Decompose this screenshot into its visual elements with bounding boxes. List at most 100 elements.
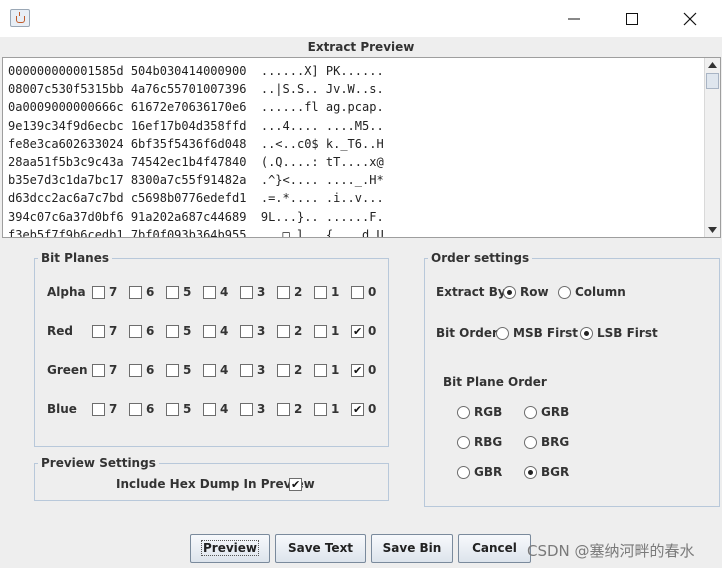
order-brg-radio[interactable]: [524, 436, 537, 449]
extract-by-column-radio[interactable]: [558, 286, 571, 299]
bit-label: 7: [109, 285, 118, 299]
hex-dump-text: 000000000001585d 504b030414000900 ......…: [8, 62, 384, 237]
checkmark-icon: ✔: [353, 403, 363, 416]
extract-by-row-label: Row: [520, 285, 549, 299]
bit-label: 3: [257, 402, 266, 416]
bit-planes-legend: Bit Planes: [41, 251, 110, 265]
checkbox-red-bit-3[interactable]: [240, 325, 253, 338]
order-settings-legend: Order settings: [431, 251, 530, 265]
checkbox-red-bit-6[interactable]: [129, 325, 142, 338]
maximize-icon: [626, 13, 638, 25]
hex-line: 000000000001585d 504b030414000900 ......…: [8, 64, 384, 78]
checkbox-green-bit-6[interactable]: [129, 364, 142, 377]
java-cup-icon[interactable]: [10, 9, 30, 27]
bit-label: 6: [146, 324, 155, 338]
checkbox-alpha-bit-2[interactable]: [277, 286, 290, 299]
extract-by-label: Extract By: [436, 285, 506, 299]
checkbox-blue-bit-1[interactable]: [314, 403, 327, 416]
bit-label: 5: [183, 285, 192, 299]
checkbox-green-bit-0[interactable]: ✔: [351, 364, 364, 377]
vertical-scrollbar[interactable]: [704, 58, 720, 237]
bit-label: 0: [368, 285, 377, 299]
checkbox-blue-bit-7[interactable]: [92, 403, 105, 416]
bit-label: 7: [109, 324, 118, 338]
save-text-button-label: Save Text: [287, 541, 354, 555]
radio-selected-dot: [528, 470, 533, 475]
bit-order-label: Bit Order: [436, 326, 498, 340]
checkbox-green-bit-5[interactable]: [166, 364, 179, 377]
bit-label: 1: [331, 363, 340, 377]
checkbox-green-bit-1[interactable]: [314, 364, 327, 377]
bit-label: 4: [220, 363, 229, 377]
scrollbar-thumb[interactable]: [706, 73, 719, 89]
order-bgr-label: BGR: [541, 465, 570, 479]
checkbox-alpha-bit-1[interactable]: [314, 286, 327, 299]
bit-label: 6: [146, 285, 155, 299]
order-rgb-radio[interactable]: [457, 406, 470, 419]
bit-label: 7: [109, 363, 118, 377]
checkbox-green-bit-3[interactable]: [240, 364, 253, 377]
bit-label: 3: [257, 324, 266, 338]
preview-settings-legend: Preview Settings: [41, 456, 156, 470]
radio-selected-dot: [584, 331, 589, 336]
order-grb-radio[interactable]: [524, 406, 537, 419]
preview-button[interactable]: Preview: [190, 534, 270, 563]
scroll-down-button[interactable]: [705, 223, 720, 237]
bit-label: 0: [368, 363, 377, 377]
checkbox-red-bit-4[interactable]: [203, 325, 216, 338]
checkbox-red-bit-1[interactable]: [314, 325, 327, 338]
checkbox-green-bit-4[interactable]: [203, 364, 216, 377]
checkbox-green-bit-7[interactable]: [92, 364, 105, 377]
checkbox-alpha-bit-0[interactable]: [351, 286, 364, 299]
checkbox-blue-bit-2[interactable]: [277, 403, 290, 416]
checkbox-blue-bit-4[interactable]: [203, 403, 216, 416]
order-rbg-radio[interactable]: [457, 436, 470, 449]
checkbox-blue-bit-3[interactable]: [240, 403, 253, 416]
bit-plane-row-label-blue: Blue: [47, 402, 77, 416]
bit-label: 2: [294, 402, 303, 416]
maximize-button[interactable]: [603, 0, 661, 37]
scroll-up-button[interactable]: [705, 58, 720, 72]
hex-preview-textarea[interactable]: 000000000001585d 504b030414000900 ......…: [2, 57, 721, 238]
bit-label: 5: [183, 363, 192, 377]
checkbox-alpha-bit-6[interactable]: [129, 286, 142, 299]
bit-label: 6: [146, 402, 155, 416]
checkbox-red-bit-5[interactable]: [166, 325, 179, 338]
checkbox-alpha-bit-3[interactable]: [240, 286, 253, 299]
bit-planes-group: Bit Planes: [34, 251, 389, 447]
msb-first-label: MSB First: [513, 326, 579, 340]
order-rbg-label: RBG: [474, 435, 503, 449]
checkbox-blue-bit-5[interactable]: [166, 403, 179, 416]
minimize-button[interactable]: [545, 0, 603, 37]
lsb-first-radio[interactable]: [580, 327, 593, 340]
checkbox-red-bit-2[interactable]: [277, 325, 290, 338]
save-bin-button[interactable]: Save Bin: [371, 534, 453, 563]
checkbox-green-bit-2[interactable]: [277, 364, 290, 377]
bit-label: 5: [183, 324, 192, 338]
checkbox-alpha-bit-5[interactable]: [166, 286, 179, 299]
checkbox-blue-bit-0[interactable]: ✔: [351, 403, 364, 416]
order-bgr-radio[interactable]: [524, 466, 537, 479]
checkbox-alpha-bit-7[interactable]: [92, 286, 105, 299]
save-text-button[interactable]: Save Text: [275, 534, 366, 563]
bit-label: 1: [331, 402, 340, 416]
checkbox-red-bit-7[interactable]: [92, 325, 105, 338]
checkbox-red-bit-0[interactable]: ✔: [351, 325, 364, 338]
order-grb-label: GRB: [541, 405, 570, 419]
bit-label: 0: [368, 402, 377, 416]
hex-dump-checkbox[interactable]: ✔: [289, 478, 302, 491]
checkbox-alpha-bit-4[interactable]: [203, 286, 216, 299]
checkbox-blue-bit-6[interactable]: [129, 403, 142, 416]
cancel-button[interactable]: Cancel: [458, 534, 531, 563]
order-gbr-radio[interactable]: [457, 466, 470, 479]
extract-by-row-radio[interactable]: [503, 286, 516, 299]
bit-plane-row-label-red: Red: [47, 324, 73, 338]
msb-first-radio[interactable]: [496, 327, 509, 340]
extract-preview-label: Extract Preview: [307, 40, 415, 54]
hex-line: 394c07c6a37d0bf6 91a202a687c44689 9L...}…: [8, 209, 384, 224]
hex-line: d63dcc2ac6a7c7bd c5698b0776edefd1 .=.*..…: [8, 191, 384, 206]
bit-label: 2: [294, 324, 303, 338]
bit-label: 0: [368, 324, 377, 338]
close-button[interactable]: [661, 0, 719, 37]
title-bar: [0, 0, 722, 37]
